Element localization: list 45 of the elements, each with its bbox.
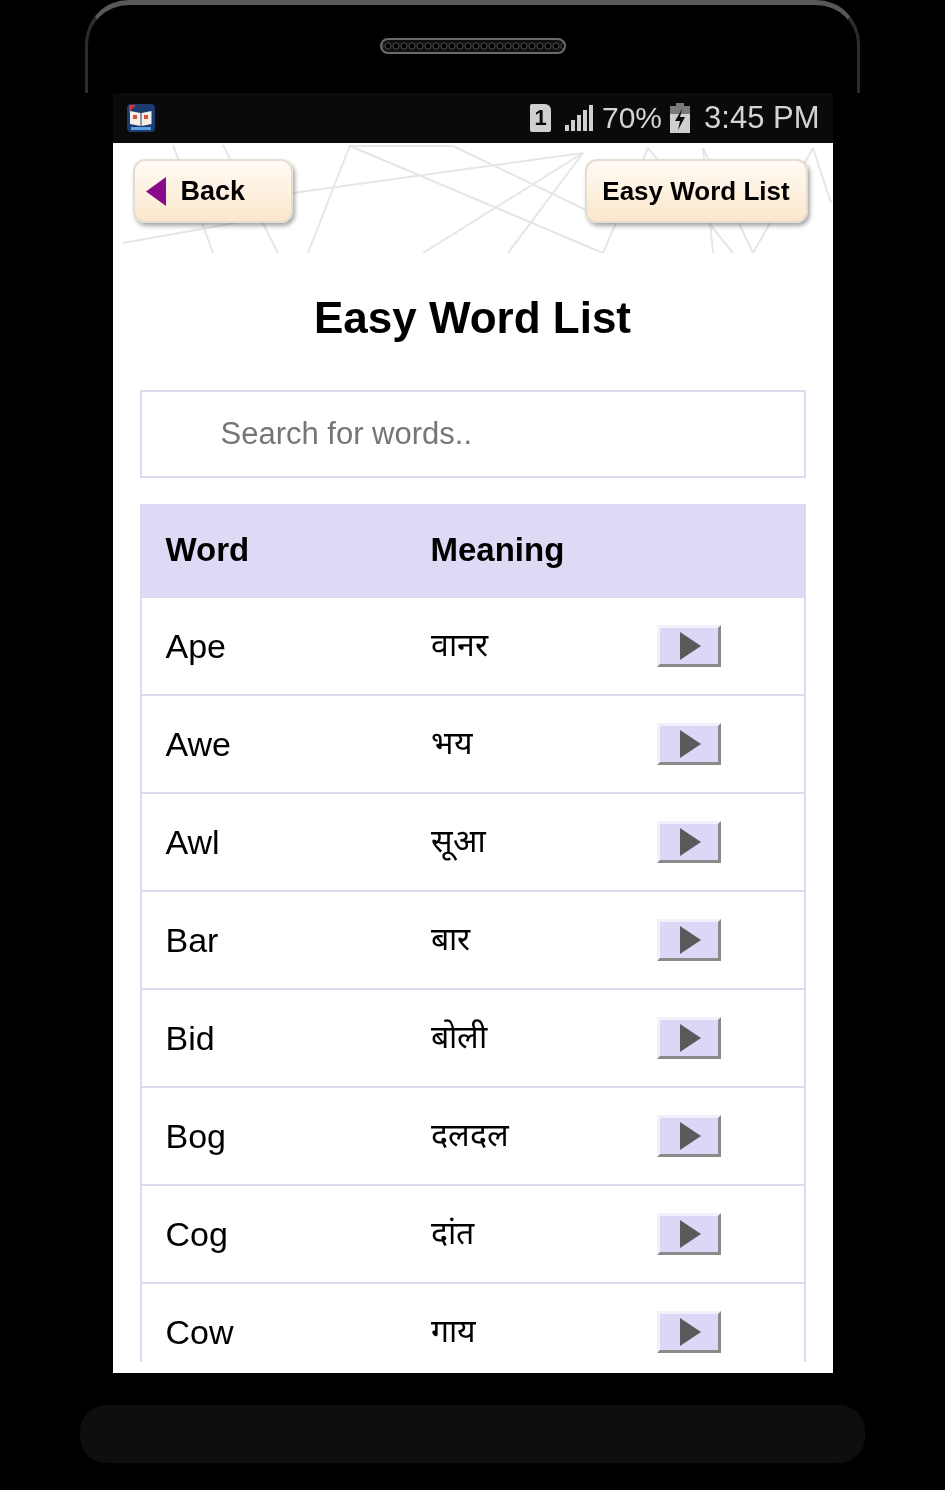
word-cell-text: Cog	[164, 1214, 229, 1254]
word-cell-text: Bar	[164, 920, 220, 960]
play-button[interactable]	[656, 723, 721, 765]
page-title: Easy Word List	[312, 293, 632, 343]
word-cell-text: Awl	[164, 822, 221, 862]
meaning-cell-text: सूआ	[429, 820, 488, 861]
play-icon	[680, 926, 701, 954]
column-header: Word	[164, 531, 251, 569]
play-icon	[680, 1318, 701, 1346]
play-icon	[680, 828, 701, 856]
meaning-cell-text: भय	[429, 722, 474, 763]
play-icon	[680, 1122, 701, 1150]
book-icon	[126, 104, 155, 132]
word-cell-text: Awe	[164, 724, 233, 764]
back-button[interactable]: Back	[132, 159, 293, 223]
word-list-button[interactable]: Easy Word List	[584, 159, 808, 223]
play-icon	[680, 730, 701, 758]
play-button[interactable]	[656, 1115, 721, 1157]
clock: 3:45 PM	[704, 101, 820, 135]
signal-icon	[565, 105, 593, 131]
meaning-cell-text: गाय	[429, 1310, 477, 1351]
word-cell-text: Bog	[164, 1116, 227, 1156]
play-icon	[680, 1024, 701, 1052]
battery-charging-icon	[670, 103, 691, 133]
column-header: Meaning	[429, 531, 566, 569]
meaning-cell-text: वानर	[429, 624, 490, 665]
word-cell-text: Bid	[164, 1018, 216, 1058]
play-icon	[680, 632, 701, 660]
sim-indicator: 1	[530, 104, 551, 132]
play-icon	[680, 1220, 701, 1248]
word-cell-text: Ape	[164, 626, 227, 666]
search-field[interactable]: Search for words..	[139, 390, 806, 478]
play-button[interactable]	[656, 919, 721, 961]
play-button[interactable]	[656, 625, 721, 667]
word-cell-text: Cow	[164, 1312, 235, 1352]
battery-percent: 70%	[602, 101, 663, 135]
caret-left-icon	[145, 176, 166, 206]
meaning-cell-text: दांत	[429, 1212, 476, 1253]
meaning-cell-text: बोली	[429, 1016, 489, 1057]
play-button[interactable]	[656, 1213, 721, 1255]
meaning-cell-text: दलदल	[429, 1114, 510, 1155]
play-button[interactable]	[656, 821, 721, 863]
play-button[interactable]	[656, 1017, 721, 1059]
meaning-cell-text: बार	[429, 918, 472, 959]
play-button[interactable]	[656, 1311, 721, 1353]
